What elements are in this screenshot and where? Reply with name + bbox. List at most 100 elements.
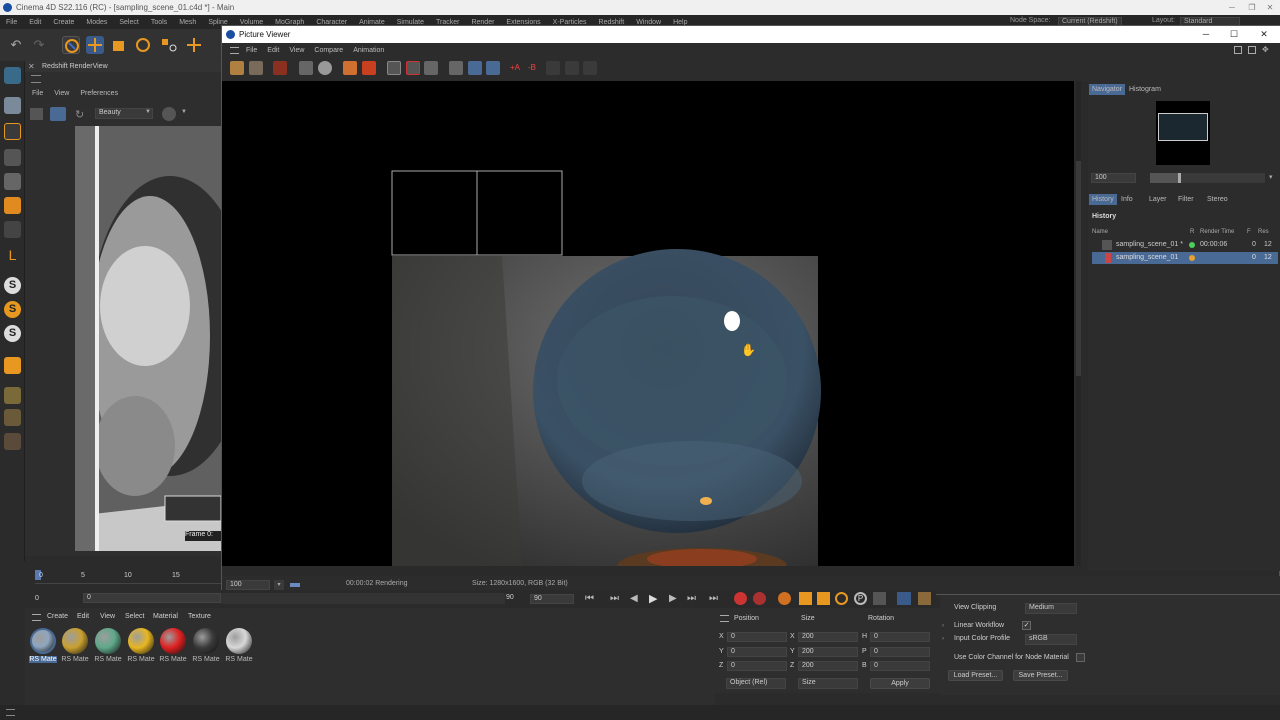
- menu-tools[interactable]: Tools: [151, 19, 167, 26]
- model-mode-icon[interactable]: [4, 97, 21, 114]
- pv-image-canvas[interactable]: ✋: [222, 81, 1074, 566]
- timeline-start-field-2[interactable]: 0: [83, 593, 221, 603]
- mat-menu-texture[interactable]: Texture: [188, 613, 211, 620]
- pv-zoom-out-icon[interactable]: [424, 61, 438, 75]
- material-swatch[interactable]: RS Mate: [127, 628, 155, 663]
- menu-create[interactable]: Create: [53, 19, 74, 26]
- pv-zoom-field[interactable]: 100: [226, 580, 270, 590]
- timeline-ruler[interactable]: 0 5 10 15: [35, 570, 221, 584]
- pv-menu-file[interactable]: File: [246, 47, 257, 54]
- apply-button[interactable]: Apply: [870, 678, 930, 689]
- minimize-icon[interactable]: ─: [1222, 0, 1242, 15]
- go-to-start-icon[interactable]: ⏮: [585, 593, 594, 604]
- undo-icon[interactable]: ↶: [7, 36, 25, 54]
- material-swatch[interactable]: RS Mate: [192, 628, 220, 663]
- planar-workplane-icon[interactable]: [4, 433, 21, 450]
- pv-menu-edit[interactable]: Edit: [267, 47, 279, 54]
- close-icon[interactable]: ✕: [1260, 0, 1280, 15]
- navigator-zoom-field[interactable]: 100: [1091, 173, 1136, 183]
- record-icon[interactable]: [734, 592, 747, 605]
- playbar-range[interactable]: [221, 593, 505, 604]
- coords-size-mode-dropdown[interactable]: Size: [798, 678, 858, 689]
- navigator-preview[interactable]: [1156, 101, 1210, 165]
- expand-arrow-icon[interactable]: ›: [942, 623, 944, 629]
- history-row[interactable]: sampling_scene_01 * 00:00:06 0 12: [1092, 239, 1278, 251]
- pv-expand-icon[interactable]: ✥: [1262, 45, 1269, 54]
- go-to-end-icon[interactable]: ⏭: [709, 593, 718, 604]
- material-swatch[interactable]: RS Mate: [61, 628, 89, 663]
- scheme-icon[interactable]: [897, 592, 911, 605]
- mat-menu-material[interactable]: Material: [153, 613, 178, 620]
- pv-stop-render-icon[interactable]: [273, 61, 287, 75]
- panel-close-icon[interactable]: ✕: [28, 62, 35, 71]
- expand-arrow-icon[interactable]: ›: [942, 636, 944, 642]
- snap-settings-icon[interactable]: S: [4, 301, 21, 318]
- pv-zoom-chevron-icon[interactable]: ▾: [274, 580, 284, 590]
- tab-stereo[interactable]: Stereo: [1204, 194, 1231, 205]
- snap-icon[interactable]: S: [4, 277, 21, 294]
- pv-menu-compare[interactable]: Compare: [314, 47, 343, 54]
- pv-zoom-in-icon[interactable]: [406, 61, 420, 75]
- pv-color-picker-icon[interactable]: [318, 61, 332, 75]
- next-frame-icon[interactable]: ▶: [669, 593, 677, 604]
- material-swatch[interactable]: RS Mate: [29, 628, 57, 663]
- mat-menu-select[interactable]: Select: [125, 613, 144, 620]
- pv-layout-icon[interactable]: [1234, 46, 1242, 54]
- material-swatch[interactable]: RS Mate: [159, 628, 187, 663]
- coords-rot-b[interactable]: 0: [870, 661, 930, 671]
- material-menu-icon[interactable]: [32, 614, 41, 621]
- select-tool-icon[interactable]: [62, 36, 80, 54]
- recent-tools-icon[interactable]: [160, 36, 178, 54]
- pv-split-icon[interactable]: [449, 61, 463, 75]
- rs-menu-file[interactable]: File: [32, 90, 43, 102]
- redo-icon[interactable]: ↷: [30, 36, 48, 54]
- axis-mode-icon[interactable]: L: [4, 247, 21, 264]
- points-mode-icon[interactable]: [4, 149, 21, 166]
- panel-menu-icon[interactable]: [31, 75, 41, 83]
- history-row[interactable]: sampling_scene_01 0 12: [1092, 252, 1278, 264]
- mat-menu-create[interactable]: Create: [47, 613, 68, 620]
- pv-layout2-icon[interactable]: [1248, 46, 1256, 54]
- pv-vertical-scrollbar[interactable]: [1076, 81, 1081, 566]
- coords-pos-z[interactable]: 0: [727, 661, 787, 671]
- coords-rot-p[interactable]: 0: [870, 647, 930, 657]
- play-icon[interactable]: ▶: [649, 592, 657, 605]
- tab-histogram[interactable]: Histogram: [1126, 84, 1164, 95]
- pla-key-icon[interactable]: [873, 592, 886, 605]
- coords-mode-dropdown[interactable]: Object (Rel): [726, 678, 786, 689]
- pv-split-horizontal-icon[interactable]: [468, 61, 482, 75]
- navigator-view-rect[interactable]: [1158, 113, 1208, 141]
- use-color-channel-checkbox[interactable]: [1076, 653, 1085, 662]
- parameter-key-icon[interactable]: P: [854, 592, 867, 605]
- rs-refresh-icon[interactable]: ↻: [75, 108, 84, 121]
- rs-menu-preferences[interactable]: Preferences: [80, 90, 118, 102]
- menu-mesh[interactable]: Mesh: [179, 19, 196, 26]
- tab-info[interactable]: Info: [1118, 194, 1136, 205]
- move-tool-icon[interactable]: [86, 36, 104, 54]
- save-preset-button[interactable]: Save Preset...: [1013, 670, 1068, 681]
- rs-menu-view[interactable]: View: [54, 90, 69, 102]
- rotation-key-icon[interactable]: [835, 592, 848, 605]
- previous-key-icon[interactable]: ⏭: [610, 593, 619, 604]
- pv-menu-animation[interactable]: Animation: [353, 47, 384, 54]
- playbar-end-field-2[interactable]: 90: [530, 594, 574, 604]
- pv-ab-compare-icon[interactable]: [343, 61, 357, 75]
- pv-ab-b-icon[interactable]: -B: [528, 61, 542, 75]
- uv-mode-icon[interactable]: [4, 221, 21, 238]
- menu-file[interactable]: File: [6, 19, 17, 26]
- tab-navigator[interactable]: Navigator: [1089, 84, 1125, 95]
- next-key-icon[interactable]: ⏭: [687, 593, 696, 604]
- rs-render-icon[interactable]: [30, 108, 43, 120]
- soft-selection-icon[interactable]: S: [4, 325, 21, 342]
- navigator-zoom-chevron-icon[interactable]: ▾: [1269, 173, 1273, 181]
- menu-select[interactable]: Select: [119, 19, 138, 26]
- position-key-icon[interactable]: [799, 592, 812, 605]
- grid-icon[interactable]: [4, 387, 21, 404]
- pv-minimize-icon[interactable]: ─: [1192, 26, 1220, 43]
- rs-ipr-icon[interactable]: [50, 107, 66, 121]
- pv-menu-view[interactable]: View: [289, 47, 304, 54]
- autokey-icon[interactable]: [753, 592, 766, 605]
- coords-rot-h[interactable]: 0: [870, 632, 930, 642]
- timeline-start-field[interactable]: 0: [35, 595, 39, 602]
- navigator-zoom-slider-handle[interactable]: [1178, 173, 1181, 183]
